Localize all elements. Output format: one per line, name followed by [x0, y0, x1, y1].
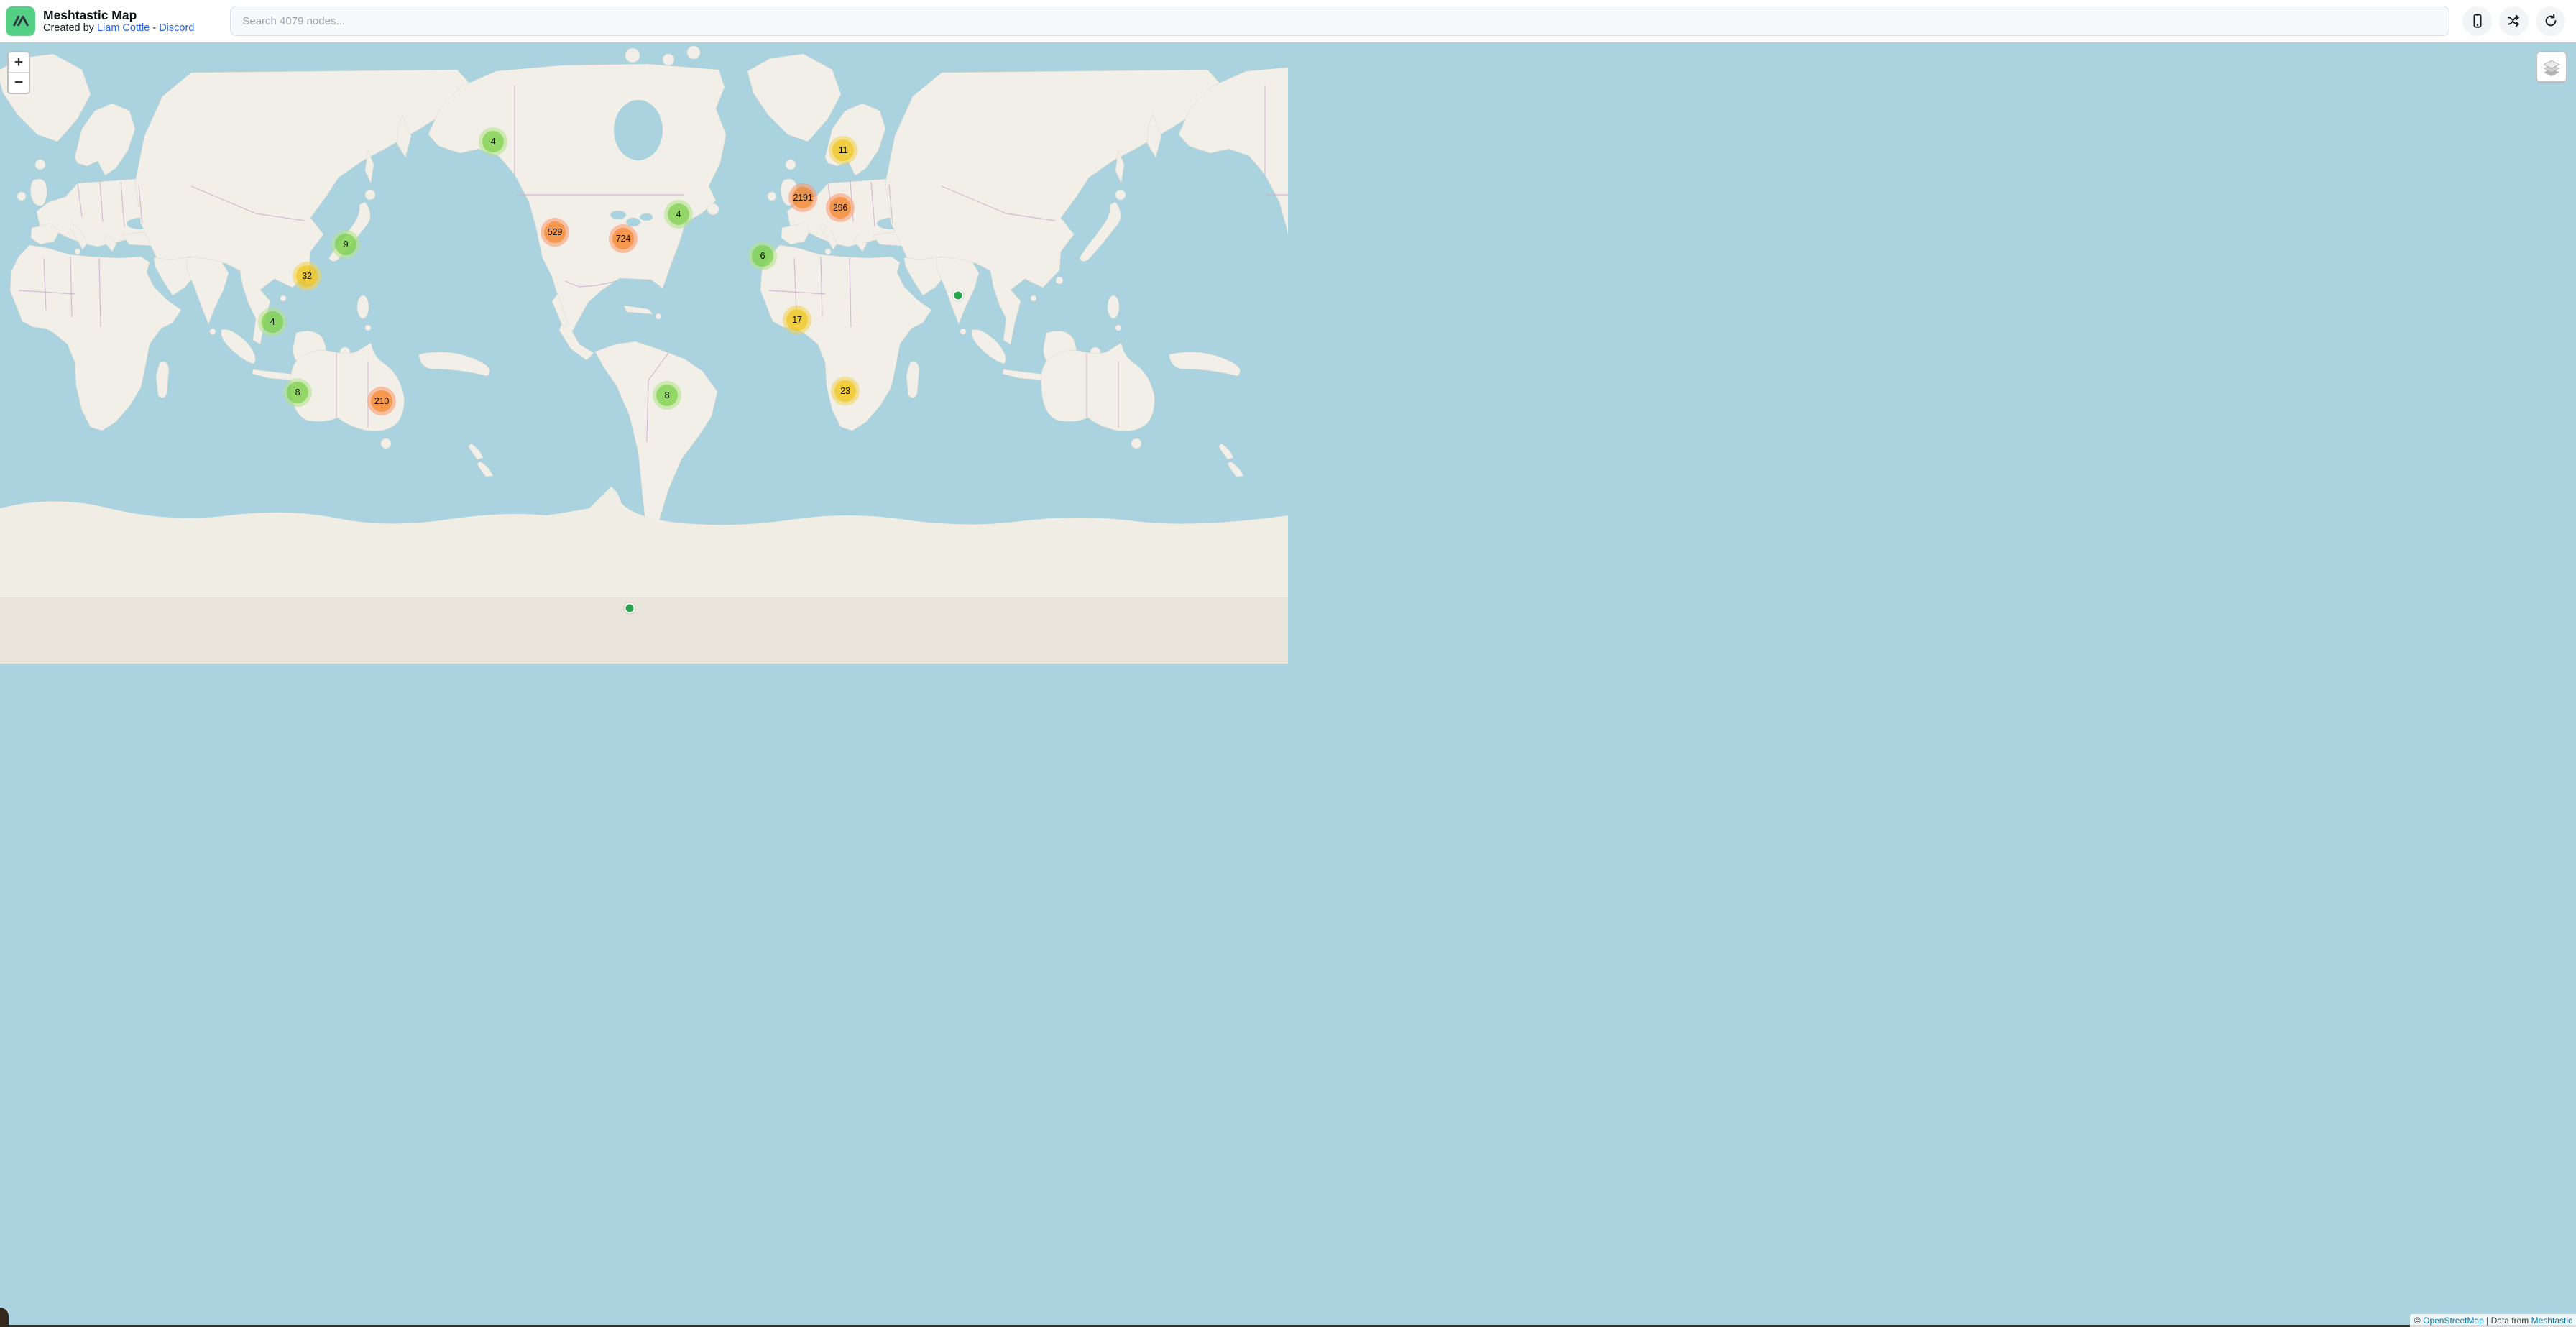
- cluster-marker-alaska[interactable]: 4: [479, 127, 507, 156]
- marker-layer: 4 11 2191 296 4 529 724 9 6 32 17 4 23 8 8 210: [0, 42, 2576, 1327]
- zoom-out-button[interactable]: −: [9, 73, 29, 93]
- discord-link[interactable]: Discord: [159, 22, 194, 34]
- zoom-control: + −: [7, 51, 30, 94]
- cluster-count: 8: [287, 382, 308, 403]
- cluster-count: 8: [656, 385, 678, 406]
- cluster-marker-western-us[interactable]: 529: [540, 218, 569, 247]
- cluster-marker-uk-western-europe[interactable]: 2191: [788, 183, 817, 212]
- refresh-icon: [2543, 13, 2559, 29]
- smartphone-icon: [2470, 13, 2485, 29]
- search-input[interactable]: [230, 6, 2450, 36]
- cluster-count: 4: [482, 131, 504, 152]
- cluster-count: 724: [612, 228, 634, 249]
- cluster-count: 4: [668, 203, 689, 225]
- random-node-button[interactable]: [2499, 6, 2529, 36]
- cluster-marker-argentina[interactable]: 8: [653, 381, 681, 410]
- cluster-marker-western-australia[interactable]: 8: [283, 378, 312, 407]
- cluster-count: 32: [296, 265, 318, 287]
- map-attribution: © OpenStreetMap | Data from Meshtastic: [2410, 1314, 2576, 1327]
- layers-control[interactable]: [2536, 51, 2567, 83]
- cluster-count: 4: [262, 311, 283, 333]
- author-link[interactable]: Liam Cottle: [97, 22, 150, 34]
- cluster-marker-japan[interactable]: 9: [331, 230, 360, 259]
- cluster-marker-southeast-australia[interactable]: 210: [367, 387, 396, 415]
- zoom-in-button[interactable]: +: [9, 52, 29, 73]
- cluster-marker-central-europe[interactable]: 296: [826, 193, 855, 222]
- cluster-count: 23: [834, 380, 856, 402]
- cluster-count: 296: [829, 197, 851, 219]
- mobile-app-button[interactable]: [2462, 6, 2492, 36]
- cluster-marker-south-africa[interactable]: 23: [831, 377, 860, 405]
- shuffle-icon: [2506, 13, 2522, 29]
- attribution-prefix: ©: [2414, 1315, 2423, 1326]
- cluster-count: 529: [544, 221, 566, 243]
- cluster-count: 17: [786, 309, 808, 331]
- app-header: Meshtastic Map Created by Liam Cottle - …: [0, 0, 2576, 42]
- cluster-marker-taiwan[interactable]: 32: [293, 262, 321, 290]
- cluster-marker-gulf-of-guinea[interactable]: 17: [783, 306, 811, 334]
- meshtastic-link[interactable]: Meshtastic: [2531, 1315, 2572, 1326]
- world-map[interactable]: 4 11 2191 296 4 529 724 9 6 32 17 4 23 8 8 210 + − © Op…: [0, 42, 2576, 1327]
- layers-icon: [2540, 55, 2563, 78]
- cluster-count: 210: [371, 390, 392, 412]
- cluster-marker-eastern-us[interactable]: 724: [609, 224, 638, 253]
- node-marker-southern-india[interactable]: [953, 290, 964, 301]
- cluster-count: 6: [752, 245, 773, 267]
- cluster-count: 2191: [792, 187, 814, 208]
- page-title: Meshtastic Map: [43, 8, 194, 22]
- attribution-middle: | Data from: [2484, 1315, 2531, 1326]
- page-subtitle: Created by Liam Cottle - Discord: [43, 22, 194, 35]
- cluster-marker-canary-islands[interactable]: 6: [748, 242, 777, 270]
- cluster-marker-indonesia[interactable]: 4: [258, 308, 287, 336]
- cluster-marker-northeast-us[interactable]: 4: [664, 200, 693, 229]
- node-marker-antarctica[interactable]: [625, 603, 635, 614]
- openstreetmap-link[interactable]: OpenStreetMap: [2423, 1315, 2484, 1326]
- subtitle-prefix: Created by: [43, 22, 97, 34]
- mountain-logo-icon: [10, 10, 32, 32]
- refresh-button[interactable]: [2536, 6, 2565, 36]
- cluster-marker-scandinavia[interactable]: 11: [829, 136, 857, 165]
- subtitle-separator: -: [150, 22, 159, 34]
- cluster-count: 11: [832, 139, 854, 161]
- meshtastic-logo: [6, 6, 35, 36]
- cluster-count: 9: [335, 234, 356, 255]
